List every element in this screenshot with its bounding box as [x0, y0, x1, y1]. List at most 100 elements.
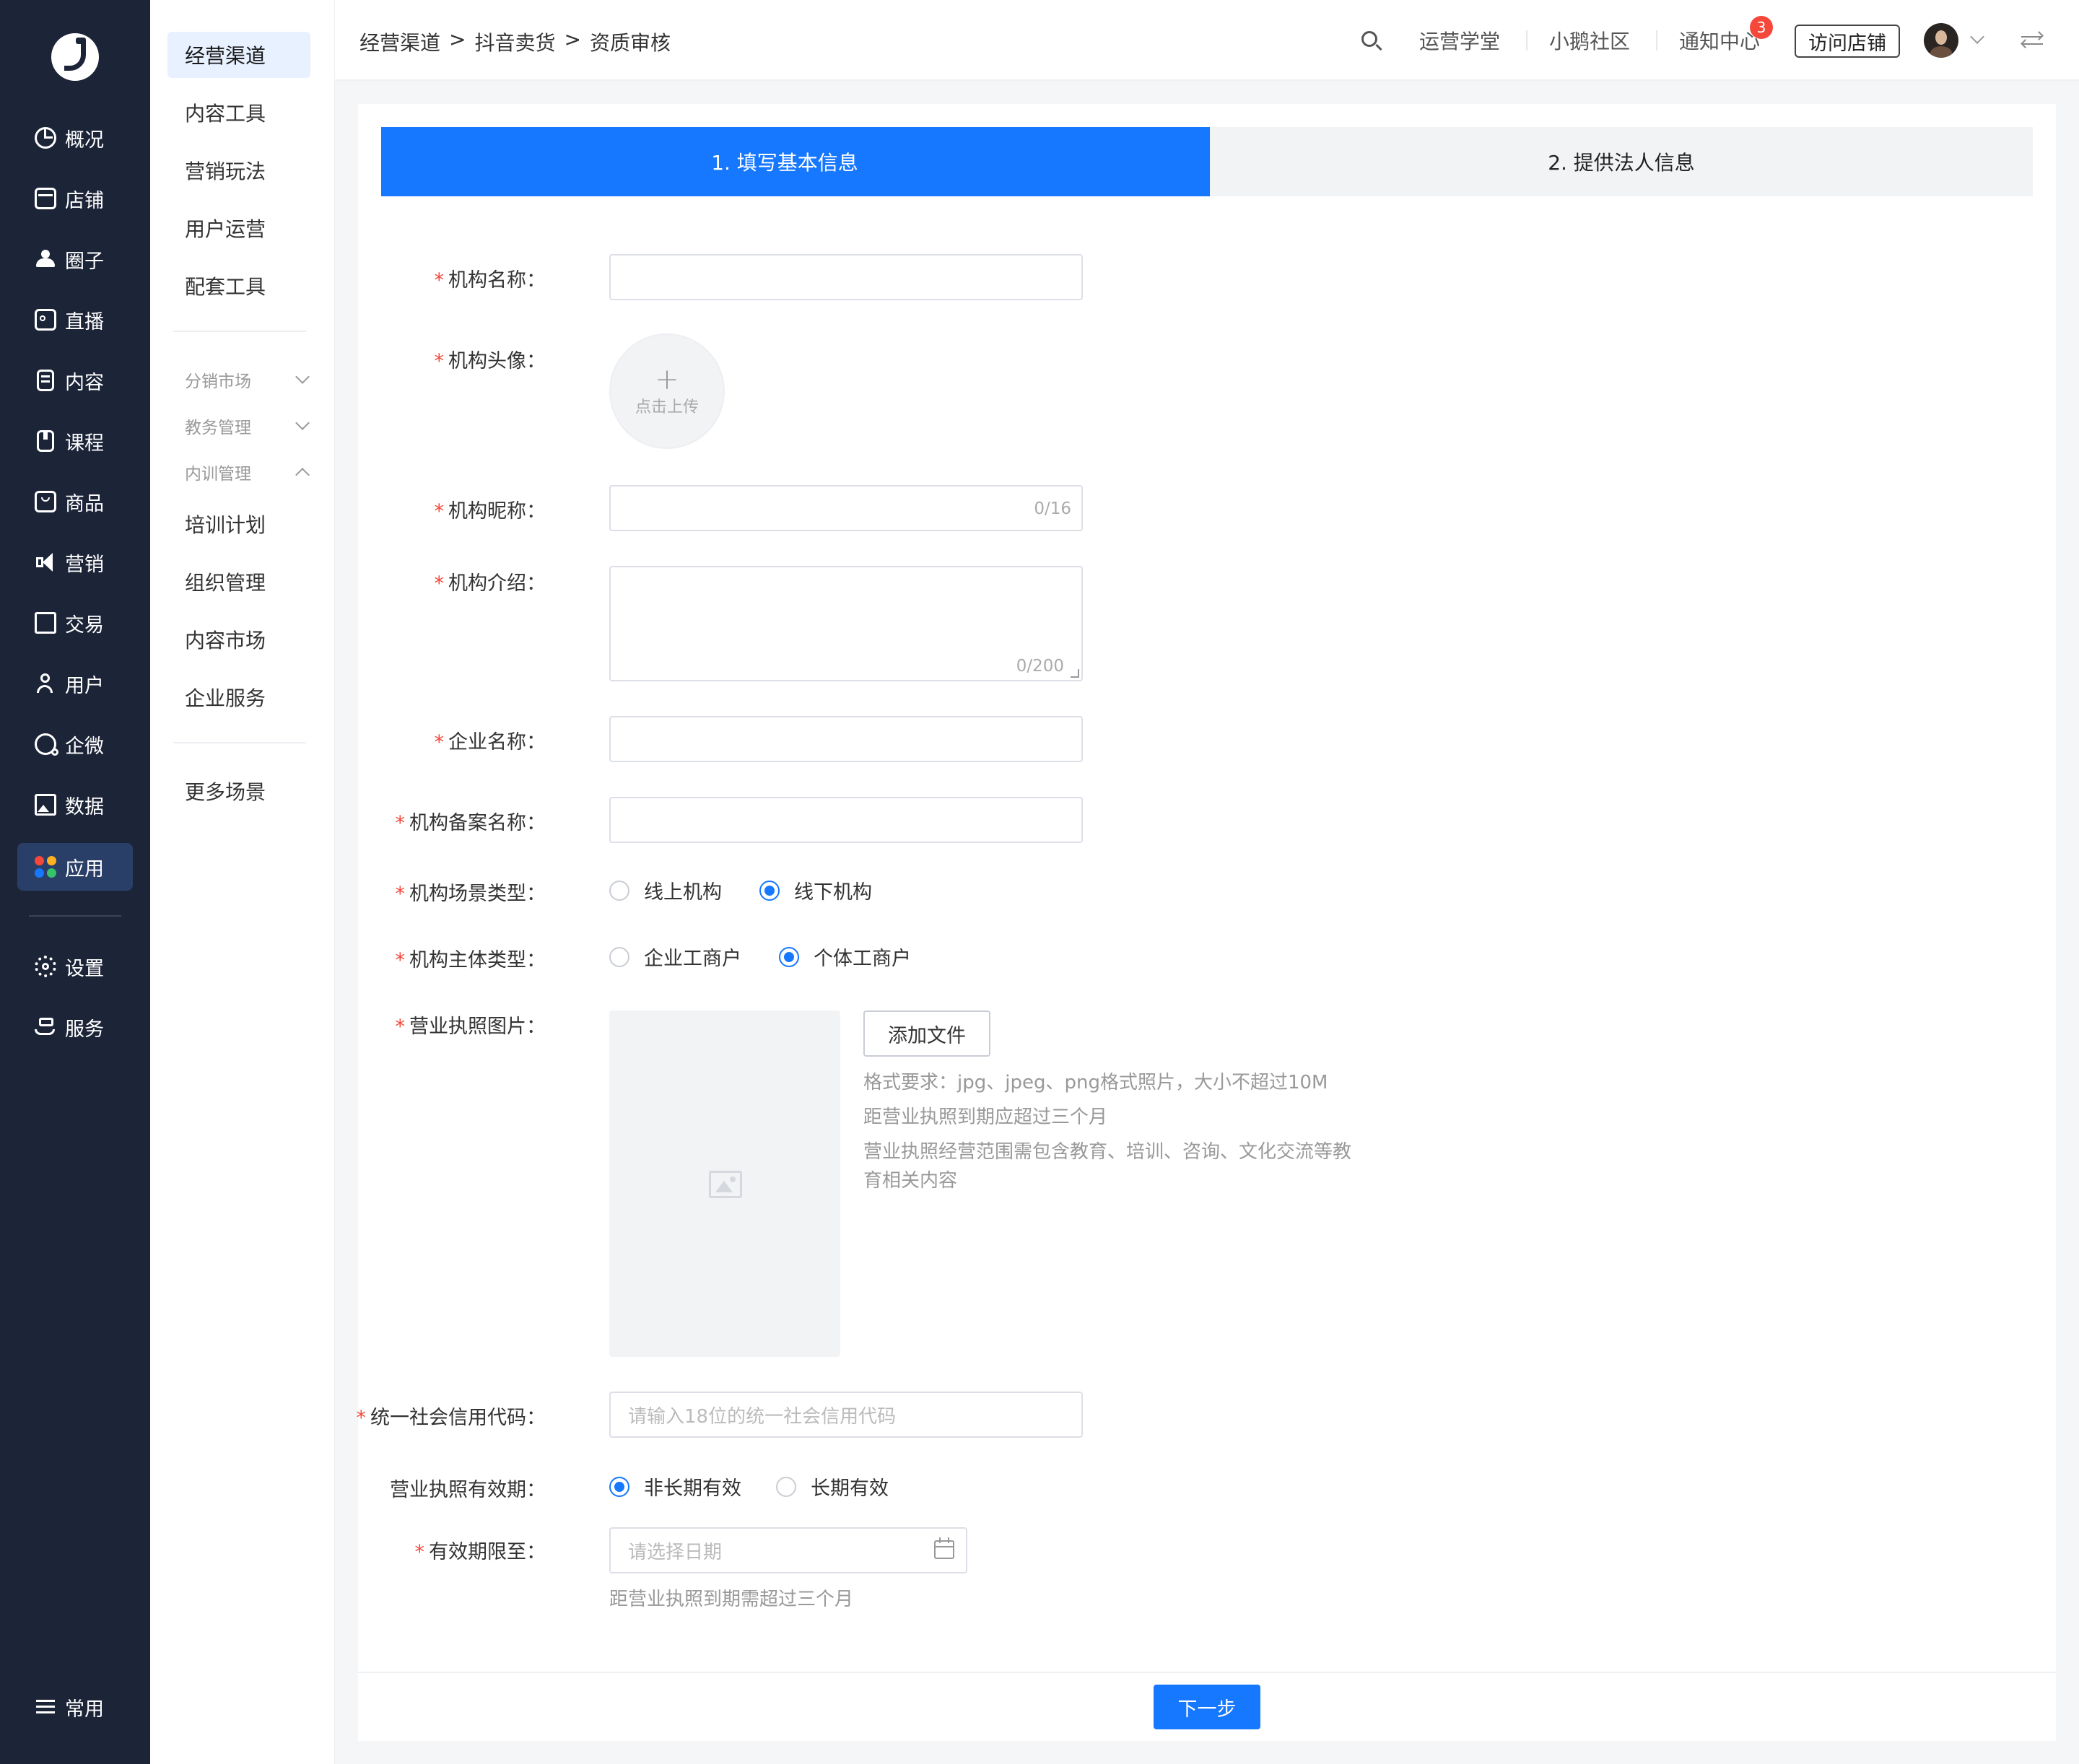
group-label: 分销市场: [185, 372, 251, 391]
company-name-label: * 企业名称：: [435, 726, 546, 754]
chevron-down-icon: [295, 416, 310, 430]
radio-non-permanent[interactable]: [609, 1476, 629, 1497]
submenu-item-channels[interactable]: 经营渠道: [167, 32, 310, 78]
radio-label[interactable]: 线下机构: [794, 876, 872, 904]
step-1-active: 1. 填写基本信息: [381, 127, 1210, 196]
radio-label[interactable]: 个体工商户: [814, 943, 911, 971]
academy-link[interactable]: 运营学堂: [1419, 0, 1500, 81]
submenu-item-training-plan[interactable]: 培训计划: [167, 501, 310, 547]
nav-item-live[interactable]: 直播: [17, 296, 133, 344]
hint-format: 格式要求：jpg、jpeg、png格式照片，大小不超过10M: [863, 1072, 1328, 1093]
nav-item-service[interactable]: 服务: [17, 1003, 133, 1051]
submenu-item-content-tools[interactable]: 内容工具: [167, 89, 310, 136]
submenu-item-supporting-tools[interactable]: 配套工具: [167, 263, 310, 309]
label-text: 机构名称：: [448, 269, 546, 292]
submenu-group-distribution[interactable]: 分销市场: [185, 365, 310, 394]
nav-item-data[interactable]: 数据: [17, 781, 133, 829]
label-text: 机构介绍：: [448, 572, 546, 595]
submenu-item-marketing-play[interactable]: 营销玩法: [167, 147, 310, 193]
nav-label: 内容: [65, 371, 104, 394]
gear-icon: [35, 956, 56, 977]
expiry-date-picker[interactable]: 请选择日期: [609, 1527, 967, 1573]
submenu-group-academic[interactable]: 教务管理: [185, 411, 310, 440]
service-hand-icon: [35, 1016, 56, 1038]
steps-bar: 1. 填写基本信息 2. 提供法人信息: [381, 127, 2033, 196]
submenu-item-enterprise-service[interactable]: 企业服务: [167, 674, 310, 720]
next-step-button[interactable]: 下一步: [1154, 1685, 1260, 1729]
logo-icon[interactable]: [51, 33, 99, 81]
wecom-icon: [35, 733, 58, 756]
nav-item-overview[interactable]: 概况: [17, 114, 133, 162]
radio-label[interactable]: 企业工商户: [644, 943, 741, 971]
nav-item-user[interactable]: 用户: [17, 660, 133, 707]
nav-item-store[interactable]: 店铺: [17, 175, 133, 222]
org-name-input[interactable]: [609, 254, 1083, 300]
breadcrumb-item-channels[interactable]: 经营渠道: [359, 27, 440, 56]
nav-item-apps[interactable]: 应用: [17, 843, 133, 891]
calendar-icon: [934, 1537, 954, 1559]
add-file-button[interactable]: 添加文件: [863, 1010, 990, 1057]
notification-center-link[interactable]: 通知中心: [1679, 0, 1760, 81]
nav-item-common[interactable]: 常用: [17, 1683, 133, 1731]
radio-label[interactable]: 长期有效: [811, 1472, 889, 1501]
nav-item-settings[interactable]: 设置: [17, 943, 133, 990]
breadcrumb-item-douyin[interactable]: 抖音卖货: [474, 27, 555, 56]
validity-radio-group: 非长期有效 长期有效: [609, 1472, 889, 1501]
nav-item-circle[interactable]: 圈子: [17, 235, 133, 283]
submenu-item-user-ops[interactable]: 用户运营: [167, 205, 310, 251]
radio-label[interactable]: 线上机构: [644, 876, 722, 904]
radio-permanent[interactable]: [776, 1476, 796, 1497]
group-label: 教务管理: [185, 419, 251, 437]
placeholder: 请选择日期: [628, 1541, 723, 1563]
avatar-upload-button[interactable]: + 点击上传: [609, 333, 725, 449]
breadcrumb: 经营渠道 > 抖音卖货 > 资质审核: [359, 27, 671, 56]
visit-store-button[interactable]: 访问店铺: [1795, 25, 1900, 58]
chart-pie-icon: [35, 127, 56, 149]
radio-online-org[interactable]: [609, 880, 629, 901]
credit-code-input[interactable]: 请输入18位的统一社会信用代码: [609, 1392, 1083, 1438]
chevron-down-icon: [295, 370, 310, 384]
chevron-down-icon[interactable]: [1970, 30, 1984, 44]
org-record-name-label: * 机构备案名称：: [396, 807, 546, 835]
nav-item-wecom[interactable]: 企微: [17, 720, 133, 768]
radio-offline-org[interactable]: [759, 880, 780, 901]
nav-item-marketing[interactable]: 营销: [17, 538, 133, 586]
org-record-name-input[interactable]: [609, 797, 1083, 843]
nav-item-trade[interactable]: 交易: [17, 599, 133, 647]
nav-label: 概况: [65, 128, 104, 152]
book-icon: [37, 430, 54, 452]
required-asterisk: *: [395, 1016, 406, 1038]
radio-enterprise[interactable]: [609, 946, 629, 967]
radio-label[interactable]: 非长期有效: [644, 1472, 741, 1501]
credit-code-label: * 统一社会信用代码：: [357, 1402, 546, 1430]
nav-item-content[interactable]: 内容: [17, 357, 133, 404]
expiry-hint: 距营业执照到期需超过三个月: [609, 1589, 854, 1610]
label-text: 有效期限至：: [429, 1541, 546, 1563]
radio-individual[interactable]: [779, 946, 799, 967]
nav-item-goods[interactable]: 商品: [17, 478, 133, 525]
switch-icon[interactable]: [2021, 31, 2044, 49]
entity-type-radio-group: 企业工商户 个体工商户: [609, 943, 911, 971]
nav-label: 交易: [65, 614, 104, 637]
org-nickname-input[interactable]: 0/16: [609, 485, 1083, 531]
submenu-item-more-scenes[interactable]: 更多场景: [167, 768, 310, 814]
apps-icon: [35, 856, 56, 878]
submenu-item-org-management[interactable]: 组织管理: [167, 559, 310, 605]
submenu-item-content-market[interactable]: 内容市场: [167, 616, 310, 663]
label-text: 机构昵称：: [448, 500, 546, 523]
required-asterisk: *: [434, 572, 445, 595]
scene-type-label: * 机构场景类型：: [396, 878, 546, 906]
group-label: 内训管理: [185, 465, 251, 484]
resize-handle-icon[interactable]: [1071, 669, 1079, 678]
divider: [1656, 30, 1657, 51]
company-name-input[interactable]: [609, 716, 1083, 762]
required-asterisk: *: [434, 350, 445, 372]
nav-item-course[interactable]: 课程: [17, 417, 133, 465]
live-camera-icon: [35, 309, 56, 331]
required-asterisk: *: [395, 883, 406, 905]
avatar[interactable]: [1924, 23, 1958, 58]
submenu-group-internal-training[interactable]: 内训管理: [185, 458, 310, 486]
community-link[interactable]: 小鹅社区: [1549, 0, 1630, 81]
org-intro-textarea[interactable]: 0/200: [609, 566, 1083, 681]
search-button[interactable]: [1360, 0, 1382, 81]
